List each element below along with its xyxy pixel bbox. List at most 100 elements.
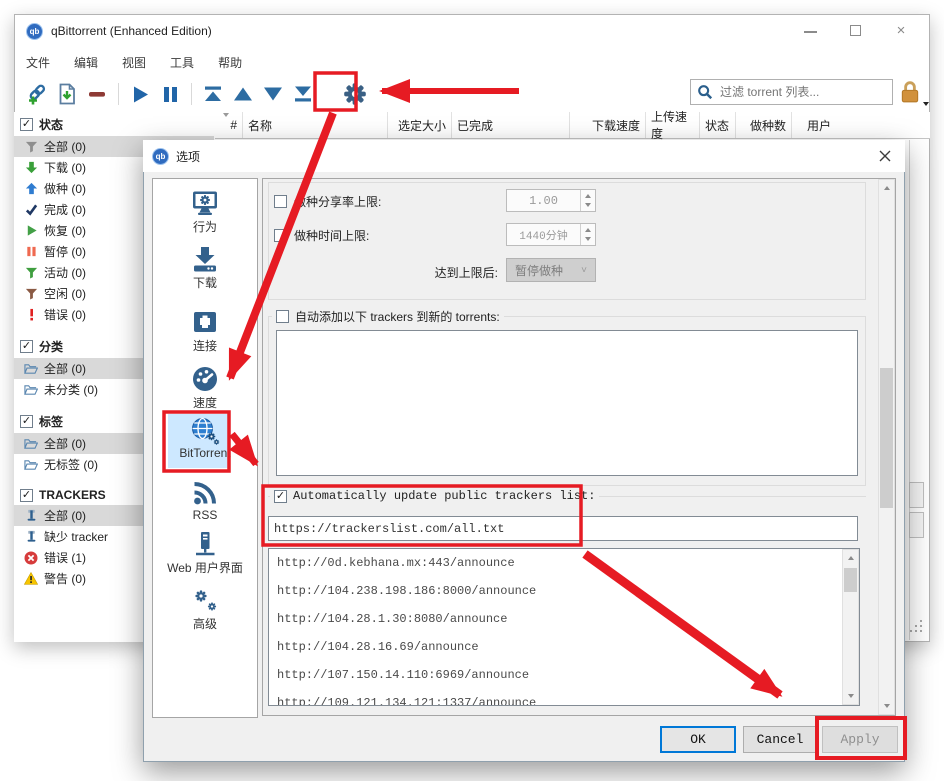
scrollbar-thumb[interactable] bbox=[844, 568, 857, 592]
scroll-down-icon[interactable] bbox=[879, 698, 894, 714]
torrent-filter-search[interactable] bbox=[690, 79, 893, 105]
scrollbar-thumb[interactable] bbox=[880, 368, 893, 508]
options-page-scrollbar[interactable] bbox=[878, 179, 895, 715]
tracker-row[interactable]: http://107.150.14.110:6969/announce bbox=[269, 661, 859, 689]
tracker-row[interactable]: http://104.28.1.30:8080/announce bbox=[269, 605, 859, 633]
spin-down-icon[interactable] bbox=[585, 203, 591, 207]
cancel-button[interactable]: Cancel bbox=[743, 726, 817, 753]
spin-up-icon[interactable] bbox=[585, 194, 591, 198]
link-icon bbox=[26, 83, 48, 105]
add-torrent-file-button[interactable] bbox=[52, 80, 82, 108]
pause-icon bbox=[160, 84, 181, 105]
remove-torrent-button[interactable] bbox=[82, 80, 112, 108]
folder-icon bbox=[24, 458, 38, 472]
scroll-up-icon[interactable] bbox=[843, 550, 858, 566]
scroll-up-icon[interactable] bbox=[879, 180, 894, 196]
col-dlspeed[interactable]: 下载速度 bbox=[570, 112, 646, 138]
tracker-row[interactable]: http://0d.kebhana.mx:443/announce bbox=[269, 549, 859, 577]
main-scrollbar-button[interactable] bbox=[909, 512, 924, 538]
share-ratio-spinbox[interactable]: 1.00 bbox=[506, 189, 596, 212]
resize-grip[interactable] bbox=[910, 620, 922, 632]
maximize-icon[interactable] bbox=[849, 24, 863, 38]
add-torrent-link-button[interactable] bbox=[22, 80, 52, 108]
share-ratio-checkbox[interactable] bbox=[274, 195, 287, 208]
tracker-row[interactable]: http://109.121.134.121:1337/announce bbox=[269, 689, 859, 706]
tracker-row[interactable]: http://104.28.16.69/announce bbox=[269, 633, 859, 661]
menu-file[interactable]: 文件 bbox=[14, 50, 62, 75]
menu-edit[interactable]: 编辑 bbox=[62, 50, 110, 75]
scroll-down-icon[interactable] bbox=[843, 688, 858, 704]
categories-checkbox[interactable]: ✓ bbox=[20, 340, 33, 353]
public-trackers-listbox[interactable]: http://0d.kebhana.mx:443/announce http:/… bbox=[268, 548, 860, 706]
move-up-button[interactable] bbox=[228, 80, 258, 108]
filter-label: 活动 (0) bbox=[44, 264, 86, 281]
trackers-to-add-textarea[interactable] bbox=[276, 330, 858, 476]
menu-help[interactable]: 帮助 bbox=[206, 50, 254, 75]
pause-button[interactable] bbox=[155, 80, 185, 108]
status-checkbox[interactable]: ✓ bbox=[20, 118, 33, 131]
move-top-button[interactable] bbox=[198, 80, 228, 108]
col-seeds[interactable]: 做种数 bbox=[736, 112, 792, 138]
filter-label: 暂停 (0) bbox=[44, 243, 86, 260]
seeding-time-spinbox[interactable]: 1440分钟 bbox=[506, 223, 596, 246]
nav-advanced[interactable]: 高级 bbox=[153, 585, 257, 632]
col-size[interactable]: 选定大小 bbox=[388, 112, 452, 138]
dialog-close-icon[interactable] bbox=[876, 147, 894, 165]
auto-add-trackers-checkbox[interactable] bbox=[276, 310, 289, 323]
col-name[interactable]: 名称 bbox=[243, 112, 388, 138]
move-down-button[interactable] bbox=[258, 80, 288, 108]
folder-icon bbox=[24, 362, 38, 376]
tags-checkbox[interactable]: ✓ bbox=[20, 415, 33, 428]
nav-label: Web 用户界面 bbox=[167, 559, 243, 576]
nav-rss[interactable]: RSS bbox=[153, 478, 257, 522]
tracker-row[interactable]: http://104.238.198.186:8000/announce bbox=[269, 577, 859, 605]
nav-behavior[interactable]: 行为 bbox=[153, 188, 257, 235]
filter-label: 全部 (0) bbox=[44, 138, 86, 155]
resume-button[interactable] bbox=[125, 80, 155, 108]
spin-down-icon[interactable] bbox=[585, 237, 591, 241]
trackers-url-input[interactable]: https://trackerslist.com/all.txt bbox=[268, 516, 858, 541]
spin-buttons[interactable] bbox=[580, 224, 595, 245]
tracker-url: http://104.28.16.69/announce bbox=[277, 640, 479, 654]
nav-speed[interactable]: 速度 bbox=[153, 364, 257, 411]
main-scrollbar-button[interactable] bbox=[909, 482, 924, 508]
torrent-table-header: # 名称 选定大小 已完成 下载速度 上传速度 状态 做种数 用户 bbox=[215, 112, 930, 139]
ok-button[interactable]: OK bbox=[660, 726, 736, 753]
nav-downloads[interactable]: 下载 bbox=[153, 244, 257, 291]
webui-icon bbox=[190, 529, 220, 559]
apply-button[interactable]: Apply bbox=[822, 726, 898, 753]
lock-filter-button[interactable] bbox=[898, 80, 926, 106]
nav-webui[interactable]: Web 用户界面 bbox=[153, 529, 257, 576]
limit-reached-select[interactable]: 暂停做种 ˅ bbox=[506, 258, 596, 282]
filter-label: 恢复 (0) bbox=[44, 222, 86, 239]
col-upspeed[interactable]: 上传速度 bbox=[646, 112, 700, 138]
tracker-url: http://0d.kebhana.mx:443/announce bbox=[277, 556, 515, 570]
tracker-list-scrollbar[interactable] bbox=[842, 549, 859, 705]
nav-connection[interactable]: 连接 bbox=[153, 307, 257, 354]
options-gear-button[interactable] bbox=[340, 80, 370, 108]
menu-tools[interactable]: 工具 bbox=[158, 50, 206, 75]
col-number[interactable]: # bbox=[215, 112, 243, 138]
spin-buttons[interactable] bbox=[580, 190, 595, 211]
search-input[interactable] bbox=[718, 84, 886, 100]
col-status[interactable]: 状态 bbox=[700, 112, 736, 138]
menu-view[interactable]: 视图 bbox=[110, 50, 158, 75]
down-triangle-icon bbox=[262, 84, 284, 104]
limit-reached-label: 达到上限后: bbox=[340, 264, 498, 281]
share-ratio-value: 1.00 bbox=[507, 194, 580, 208]
col-done[interactable]: 已完成 bbox=[452, 112, 570, 138]
col-user[interactable]: 用户 bbox=[792, 112, 836, 138]
auto-update-checkbox[interactable]: ✓ bbox=[274, 490, 287, 503]
nav-bittorrent[interactable]: BitTorrent bbox=[153, 416, 257, 460]
filter-section-status: ✓ 状态 bbox=[14, 112, 214, 136]
close-icon[interactable]: × bbox=[894, 24, 908, 38]
filter-section-title: TRACKERS bbox=[39, 488, 106, 502]
seeding-time-checkbox[interactable] bbox=[274, 229, 287, 242]
filter-label: 警告 (0) bbox=[44, 570, 86, 587]
move-bottom-button[interactable] bbox=[288, 80, 318, 108]
trackers-checkbox[interactable]: ✓ bbox=[20, 489, 33, 502]
minimize-icon[interactable] bbox=[804, 24, 818, 38]
search-icon bbox=[697, 84, 713, 100]
spin-up-icon[interactable] bbox=[585, 228, 591, 232]
nav-label: 连接 bbox=[193, 337, 217, 354]
